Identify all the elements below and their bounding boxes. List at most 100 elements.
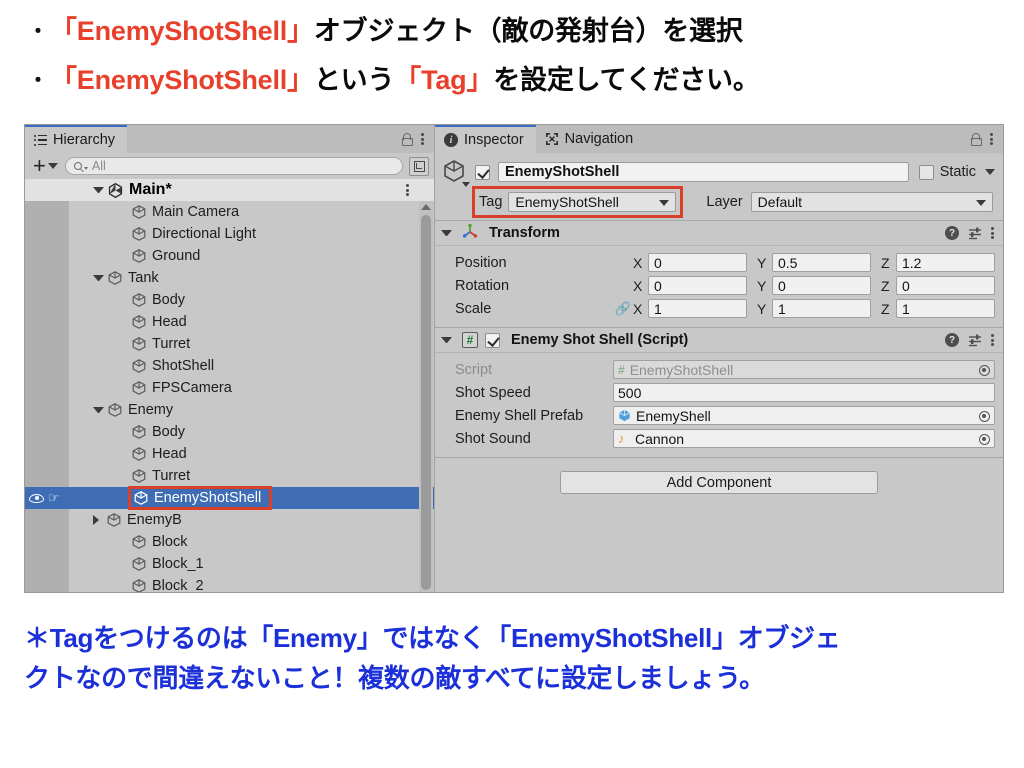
kebab-menu-icon[interactable] bbox=[991, 333, 995, 347]
gameobject-icon bbox=[131, 336, 147, 352]
hierarchy-item-fpscamera[interactable]: FPSCamera bbox=[25, 377, 434, 399]
script-field-script[interactable]: # EnemyShotShell bbox=[613, 360, 995, 379]
hierarchy-item-tank[interactable]: Tank bbox=[25, 267, 434, 289]
hierarchy-item-label: Tank bbox=[128, 270, 159, 286]
create-object-button[interactable]: + bbox=[30, 155, 61, 177]
gameobject-icon bbox=[131, 468, 147, 484]
layer-dropdown[interactable]: Default bbox=[750, 192, 993, 212]
hierarchy-tree-body: Main* Main Camera Directional Light Ground… bbox=[25, 179, 434, 592]
field-position-y[interactable]: 0.5 bbox=[772, 253, 871, 272]
hierarchy-item-block-2[interactable]: Block_2 bbox=[25, 575, 434, 592]
field-position-z[interactable]: 1.2 bbox=[896, 253, 995, 272]
chevron-right-icon[interactable] bbox=[93, 515, 100, 525]
hierarchy-item-head[interactable]: Head bbox=[25, 443, 434, 465]
transform-header[interactable]: Transform ? bbox=[435, 221, 1003, 246]
tag-field-group: Tag EnemyShotShell bbox=[471, 186, 684, 218]
help-icon[interactable]: ? bbox=[945, 226, 959, 240]
object-picker-icon[interactable] bbox=[979, 364, 990, 376]
field-rotation-x[interactable]: 0 bbox=[648, 276, 747, 295]
hierarchy-item-label: Directional Light bbox=[152, 226, 256, 242]
gameobject-icon bbox=[131, 578, 147, 592]
selected-object-highlight: EnemyShotShell bbox=[127, 486, 273, 510]
preset-icon[interactable] bbox=[968, 226, 982, 240]
hierarchy-item-enemy[interactable]: Enemy bbox=[25, 399, 434, 421]
static-checkbox[interactable] bbox=[918, 164, 934, 180]
hierarchy-root-row[interactable]: Main* bbox=[25, 179, 434, 201]
tab-inspector[interactable]: i Inspector bbox=[435, 125, 536, 153]
unity-editor-window: Hierarchy + All Main* Main Camera Direct… bbox=[24, 124, 1004, 593]
hierarchy-tree: Main Camera Directional Light Ground Tank Bo… bbox=[25, 201, 434, 592]
hierarchy-item-shotshell[interactable]: ShotShell bbox=[25, 355, 434, 377]
object-enabled-checkbox[interactable] bbox=[475, 164, 490, 180]
hierarchy-item-block[interactable]: Block bbox=[25, 531, 434, 553]
hierarchy-item-enemyshotshell[interactable]: ☞ EnemyShotShell bbox=[25, 486, 434, 510]
chevron-down-icon[interactable] bbox=[462, 182, 470, 187]
chevron-down-icon[interactable] bbox=[93, 407, 104, 413]
hierarchy-item-main-camera[interactable]: Main Camera bbox=[25, 201, 434, 223]
search-input[interactable]: All bbox=[64, 157, 403, 175]
scrollbar-thumb[interactable] bbox=[421, 215, 431, 590]
eye-icon[interactable] bbox=[29, 493, 44, 503]
lock-icon[interactable] bbox=[971, 132, 982, 146]
chevron-down-icon[interactable] bbox=[441, 337, 452, 343]
object-name-field[interactable]: EnemyShotShell bbox=[498, 162, 909, 182]
gameobject-icon bbox=[131, 358, 147, 374]
hierarchy-item-block-1[interactable]: Block_1 bbox=[25, 553, 434, 575]
object-picker-icon[interactable] bbox=[979, 410, 990, 422]
hierarchy-item-body[interactable]: Body bbox=[25, 289, 434, 311]
hierarchy-scrollbar[interactable] bbox=[419, 201, 433, 592]
field-position-x[interactable]: 0 bbox=[648, 253, 747, 272]
add-component-button[interactable]: Add Component bbox=[560, 471, 878, 494]
field-scale-y[interactable]: 1 bbox=[772, 299, 871, 318]
chevron-down-icon bbox=[659, 200, 670, 206]
hierarchy-item-directional-light[interactable]: Directional Light bbox=[25, 223, 434, 245]
script-header[interactable]: # Enemy Shot Shell (Script) ? bbox=[435, 328, 1003, 353]
hierarchy-item-turret[interactable]: Turret bbox=[25, 333, 434, 355]
script-title: Enemy Shot Shell (Script) bbox=[511, 332, 689, 348]
chevron-down-icon[interactable] bbox=[93, 187, 104, 193]
script-header-actions: ? bbox=[945, 333, 995, 347]
expand-window-button[interactable] bbox=[409, 156, 429, 176]
hierarchy-item-enemyb[interactable]: EnemyB bbox=[25, 509, 434, 531]
script-field-enemy-shell-prefab[interactable]: EnemyShell bbox=[613, 406, 995, 425]
gameobject-icon bbox=[131, 292, 147, 308]
chevron-down-icon[interactable] bbox=[441, 230, 452, 236]
script-enabled-checkbox[interactable] bbox=[485, 332, 500, 348]
field-rotation-z[interactable]: 0 bbox=[896, 276, 995, 295]
kebab-menu-icon[interactable] bbox=[991, 226, 995, 240]
pointer-hand-icon[interactable]: ☞ bbox=[48, 491, 60, 504]
hierarchy-toolbar: + All bbox=[25, 153, 434, 179]
chevron-down-icon bbox=[47, 163, 58, 169]
kebab-menu-icon[interactable] bbox=[421, 132, 425, 146]
object-picker-icon[interactable] bbox=[979, 433, 990, 445]
chevron-down-icon[interactable] bbox=[93, 275, 104, 281]
gameobject-icon bbox=[131, 314, 147, 330]
tag-dropdown[interactable]: EnemyShotShell bbox=[508, 192, 677, 212]
search-dropdown-icon bbox=[83, 166, 88, 170]
field-scale-x[interactable]: 1 bbox=[648, 299, 747, 318]
prefab-icon bbox=[618, 409, 631, 422]
visibility-toggles[interactable]: ☞ bbox=[29, 490, 69, 506]
script-field-shot-speed[interactable]: 500 bbox=[613, 383, 995, 402]
hierarchy-item-body[interactable]: Body bbox=[25, 421, 434, 443]
hierarchy-item-ground[interactable]: Ground bbox=[25, 245, 434, 267]
field-scale-z[interactable]: 1 bbox=[896, 299, 995, 318]
bullet-2-part-3: 「Tag」 bbox=[394, 65, 494, 95]
hierarchy-item-turret[interactable]: Turret bbox=[25, 465, 434, 487]
script-component: # Enemy Shot Shell (Script) ? Script # E… bbox=[435, 327, 1003, 457]
lock-icon[interactable] bbox=[402, 132, 413, 146]
tab-navigation[interactable]: Navigation bbox=[535, 125, 646, 153]
field-rotation-y[interactable]: 0 bbox=[772, 276, 871, 295]
script-field-value: EnemyShell bbox=[636, 407, 711, 424]
scroll-up-icon[interactable] bbox=[421, 204, 431, 210]
script-field-shot-sound[interactable]: ♪ Cannon bbox=[613, 429, 995, 448]
scale-link-off-icon[interactable]: 🔗 bbox=[613, 301, 633, 317]
preset-icon[interactable] bbox=[968, 333, 982, 347]
static-dropdown-icon[interactable] bbox=[985, 169, 995, 175]
slide-bottom-note: ＊Tagをつけるのは「Enemy」ではなく「EnemyShotShell」オブジ… bbox=[24, 618, 1014, 698]
chevron-down-icon bbox=[976, 200, 986, 206]
hierarchy-item-head[interactable]: Head bbox=[25, 311, 434, 333]
help-icon[interactable]: ? bbox=[945, 333, 959, 347]
tab-hierarchy[interactable]: Hierarchy bbox=[25, 125, 128, 153]
kebab-menu-icon[interactable] bbox=[990, 132, 994, 146]
